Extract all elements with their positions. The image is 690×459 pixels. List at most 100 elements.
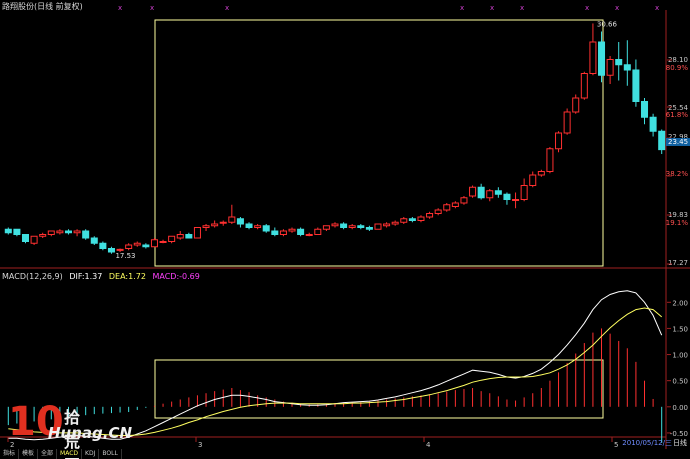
candle	[469, 186, 477, 197]
candle	[598, 41, 606, 76]
candle	[563, 111, 571, 134]
event-marker: x	[118, 4, 122, 12]
macd-name: MACD(12,26,9)	[2, 272, 63, 281]
price-axis-label: 80.9%	[666, 64, 689, 72]
stock-chart-window: { "title": "路翔股份(日线 前复权)", "macd_header"…	[0, 0, 690, 459]
candle	[546, 148, 554, 172]
tab-macd[interactable]: MACD	[57, 449, 83, 459]
period-label[interactable]: 日线	[673, 438, 687, 448]
candle	[245, 223, 253, 228]
candle	[314, 228, 322, 235]
candle	[443, 204, 451, 211]
candle	[503, 193, 511, 200]
price-axis-label: 61.8%	[666, 111, 689, 119]
price-axis-label: 17.27	[668, 259, 688, 267]
time-tick-label: 5	[614, 441, 618, 449]
watermark-en: Hunag.CN	[48, 424, 133, 442]
watermark: 10 拾荒网 Hunag.CN	[8, 402, 132, 459]
candle	[606, 59, 614, 76]
candle	[13, 228, 21, 235]
candle	[460, 197, 468, 204]
candle	[279, 230, 287, 235]
candle	[288, 228, 296, 232]
candle	[365, 227, 373, 230]
candle	[133, 242, 141, 246]
dea-value: DEA:1.72	[108, 272, 146, 281]
candle	[374, 223, 382, 230]
candle	[391, 221, 399, 225]
candle	[357, 225, 365, 228]
candle	[64, 230, 72, 234]
selection-box-macd	[154, 359, 604, 419]
candle	[529, 174, 537, 186]
candle	[451, 202, 459, 207]
candle	[73, 230, 81, 234]
candle	[434, 209, 442, 214]
candle	[82, 230, 90, 239]
bottom-tab-bar: 指标 模板 全部 MACD KDJ BOLL	[0, 449, 690, 459]
candle	[623, 64, 631, 71]
time-tick-label: 3	[198, 441, 202, 449]
candle	[486, 190, 494, 199]
candle	[555, 132, 563, 150]
candle	[211, 223, 219, 227]
event-marker: x	[520, 4, 524, 12]
candle	[125, 244, 133, 249]
candle	[262, 225, 270, 232]
candle	[90, 237, 98, 244]
tab-boll[interactable]: BOLL	[99, 449, 122, 459]
candle	[271, 230, 279, 235]
macd-axis-label: 0.50	[672, 378, 688, 386]
candle	[47, 230, 55, 235]
candle	[159, 241, 167, 243]
candle	[494, 190, 502, 195]
candle	[520, 185, 528, 200]
candle	[116, 248, 124, 251]
macd-axis-label: -0.50	[670, 430, 688, 438]
candle	[168, 235, 176, 242]
candle	[322, 225, 330, 230]
tab-template[interactable]: 模板	[19, 449, 39, 459]
candle	[305, 234, 313, 236]
candle	[417, 216, 425, 221]
candle	[107, 248, 115, 253]
tab-all[interactable]: 全部	[38, 449, 58, 459]
candle	[4, 228, 12, 234]
candle	[632, 69, 640, 102]
macd-axis-label: 1.50	[672, 325, 688, 333]
dif-value: DIF:1.37	[69, 272, 103, 281]
tab-kdj[interactable]: KDJ	[82, 449, 100, 459]
macd-header: MACD(12,26,9) DIF:1.37 DEA:1.72 MACD:-0.…	[2, 272, 204, 281]
candle	[512, 199, 520, 201]
event-marker: x	[150, 4, 154, 12]
macd-axis-label: 0.00	[672, 404, 688, 412]
candle	[297, 228, 305, 235]
candle	[142, 244, 150, 248]
candle	[39, 234, 47, 237]
candle	[408, 218, 416, 221]
chart-canvas: x x x x x x x x x28.1080.9%25.5461.8%22.9838.2%1…	[0, 4, 690, 449]
candle	[99, 242, 107, 249]
candle	[219, 221, 227, 224]
stock-title: 路翔股份(日线 前复权)	[2, 2, 83, 11]
macd-value: MACD:-0.69	[152, 272, 200, 281]
candle	[340, 223, 348, 228]
tab-indicator[interactable]: 指标	[0, 449, 20, 459]
dea-line	[8, 307, 663, 436]
candle	[640, 101, 649, 118]
candle	[572, 97, 580, 113]
price-axis-label: 38.2%	[666, 170, 689, 178]
candle	[615, 59, 623, 66]
candle	[202, 225, 210, 228]
candle	[236, 218, 244, 225]
candle	[589, 41, 597, 74]
candle	[348, 225, 356, 228]
candle	[426, 213, 434, 218]
event-marker: x	[460, 4, 464, 12]
current-price-tag: 23.45	[666, 138, 690, 146]
macd-axis-label: 2.00	[672, 299, 688, 307]
macd-axis-label: 1.00	[672, 352, 688, 360]
candle	[477, 186, 485, 199]
candle	[254, 225, 262, 228]
candle	[30, 235, 38, 244]
